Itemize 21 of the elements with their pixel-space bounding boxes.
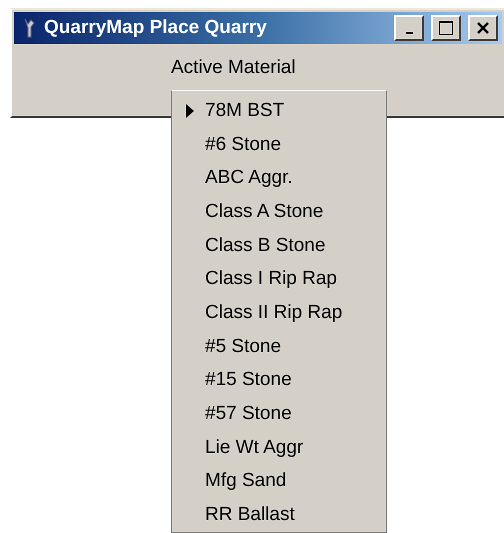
field-label: Active Material: [171, 57, 296, 79]
list-item[interactable]: ABC Aggr.: [172, 161, 386, 196]
list-item[interactable]: Lie Wt Aggr: [172, 430, 386, 465]
list-item[interactable]: Mfg Sand: [172, 464, 386, 498]
list-item[interactable]: Class B Stone: [172, 228, 386, 262]
maximize-icon: [438, 20, 454, 36]
list-item[interactable]: Class II Rip Rap: [172, 296, 386, 330]
window-title: QuarryMap Place Quarry: [44, 17, 268, 39]
minimize-button[interactable]: [394, 15, 424, 41]
list-item[interactable]: #5 Stone: [172, 330, 386, 364]
list-item[interactable]: RR Ballast: [172, 498, 386, 532]
list-item[interactable]: #15 Stone: [172, 364, 386, 398]
close-button[interactable]: [468, 15, 498, 41]
list-item[interactable]: Class I Rip Rap: [172, 262, 386, 296]
minimize-icon: [406, 32, 412, 34]
maximize-button[interactable]: [431, 15, 461, 41]
close-icon: [475, 20, 491, 36]
list-item[interactable]: 78M BST: [172, 94, 386, 128]
list-item[interactable]: #6 Stone: [172, 128, 386, 162]
list-item[interactable]: Class A Stone: [172, 195, 386, 229]
list-item[interactable]: #57 Stone: [172, 397, 386, 431]
